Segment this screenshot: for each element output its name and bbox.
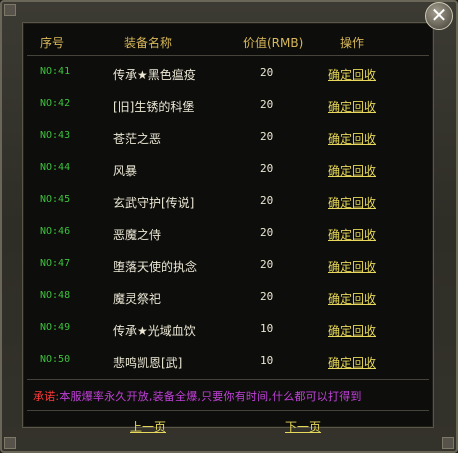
item-number: NO:49 (40, 322, 71, 333)
item-value: 20 (260, 98, 274, 111)
item-name: 风暴 (113, 164, 138, 178)
table-row: NO:44 风暴 20 确定回收 (0, 162, 458, 192)
header-value: 价值(RMB) (243, 36, 304, 50)
header-action: 操作 (340, 36, 365, 50)
table-row: NO:41 传承★黑色瘟疫 20 确定回收 (0, 66, 458, 96)
close-button[interactable]: ✕ (425, 2, 453, 30)
item-number: NO:47 (40, 258, 71, 269)
notice-body: 本服爆率永久开放,装备全爆,只要你有时间,什么都可以打得到 (59, 390, 362, 403)
frame-corner-bl (4, 437, 16, 449)
item-number: NO:42 (40, 98, 71, 109)
frame-corner-br (442, 437, 454, 449)
table-header: 序号 装备名称 价值(RMB) 操作 (0, 34, 458, 54)
table-row: NO:46 恶魔之侍 20 确定回收 (0, 226, 458, 256)
item-name: 堕落天使的执念 (113, 260, 198, 274)
confirm-recycle-link[interactable]: 确定回收 (328, 194, 376, 211)
item-number: NO:50 (40, 354, 71, 365)
notice-text: 承诺:本服爆率永久开放,装备全爆,只要你有时间,什么都可以打得到 (33, 388, 433, 404)
confirm-recycle-link[interactable]: 确定回收 (328, 322, 376, 339)
item-value: 20 (260, 66, 274, 79)
table-row: NO:45 玄武守护[传说] 20 确定回收 (0, 194, 458, 224)
item-value: 20 (260, 194, 274, 207)
list-divider (27, 379, 429, 380)
confirm-recycle-link[interactable]: 确定回收 (328, 290, 376, 307)
item-value: 10 (260, 354, 274, 367)
header-name: 装备名称 (124, 36, 173, 50)
item-name: 悲鸣凯恩[武] (113, 356, 183, 370)
item-value: 20 (260, 258, 274, 271)
confirm-recycle-link[interactable]: 确定回收 (328, 130, 376, 147)
confirm-recycle-link[interactable]: 确定回收 (328, 226, 376, 243)
item-name: [旧]生锈的科堡 (113, 100, 195, 114)
item-value: 10 (260, 322, 274, 335)
confirm-recycle-link[interactable]: 确定回收 (328, 162, 376, 179)
item-number: NO:43 (40, 130, 71, 141)
item-number: NO:45 (40, 194, 71, 205)
prev-page-link[interactable]: 上一页 (130, 418, 166, 435)
next-page-link[interactable]: 下一页 (285, 418, 321, 435)
item-name: 苍茫之恶 (113, 132, 162, 146)
item-name: 传承★黑色瘟疫 (113, 68, 196, 82)
table-row: NO:47 堕落天使的执念 20 确定回收 (0, 258, 458, 288)
table-row: NO:43 苍茫之恶 20 确定回收 (0, 130, 458, 160)
item-value: 20 (260, 290, 274, 303)
header-divider (27, 55, 429, 56)
table-row: NO:49 传承★光域血饮 10 确定回收 (0, 322, 458, 352)
item-name: 恶魔之侍 (113, 228, 162, 242)
item-value: 20 (260, 130, 274, 143)
item-value: 20 (260, 226, 274, 239)
item-number: NO:44 (40, 162, 71, 173)
confirm-recycle-link[interactable]: 确定回收 (328, 66, 376, 83)
confirm-recycle-link[interactable]: 确定回收 (328, 354, 376, 371)
notice-lead: 承诺: (33, 390, 60, 403)
item-name: 玄武守护[传说] (113, 196, 195, 210)
item-number: NO:41 (40, 66, 71, 77)
header-no: 序号 (40, 36, 65, 50)
item-name: 魔灵祭祀 (113, 292, 162, 306)
item-number: NO:46 (40, 226, 71, 237)
table-row: NO:42 [旧]生锈的科堡 20 确定回收 (0, 98, 458, 128)
confirm-recycle-link[interactable]: 确定回收 (328, 258, 376, 275)
item-value: 20 (260, 162, 274, 175)
frame-corner-tl (4, 4, 16, 16)
item-name: 传承★光域血饮 (113, 324, 196, 338)
pager-divider (27, 410, 429, 411)
table-row: NO:48 魔灵祭祀 20 确定回收 (0, 290, 458, 320)
confirm-recycle-link[interactable]: 确定回收 (328, 98, 376, 115)
item-number: NO:48 (40, 290, 71, 301)
